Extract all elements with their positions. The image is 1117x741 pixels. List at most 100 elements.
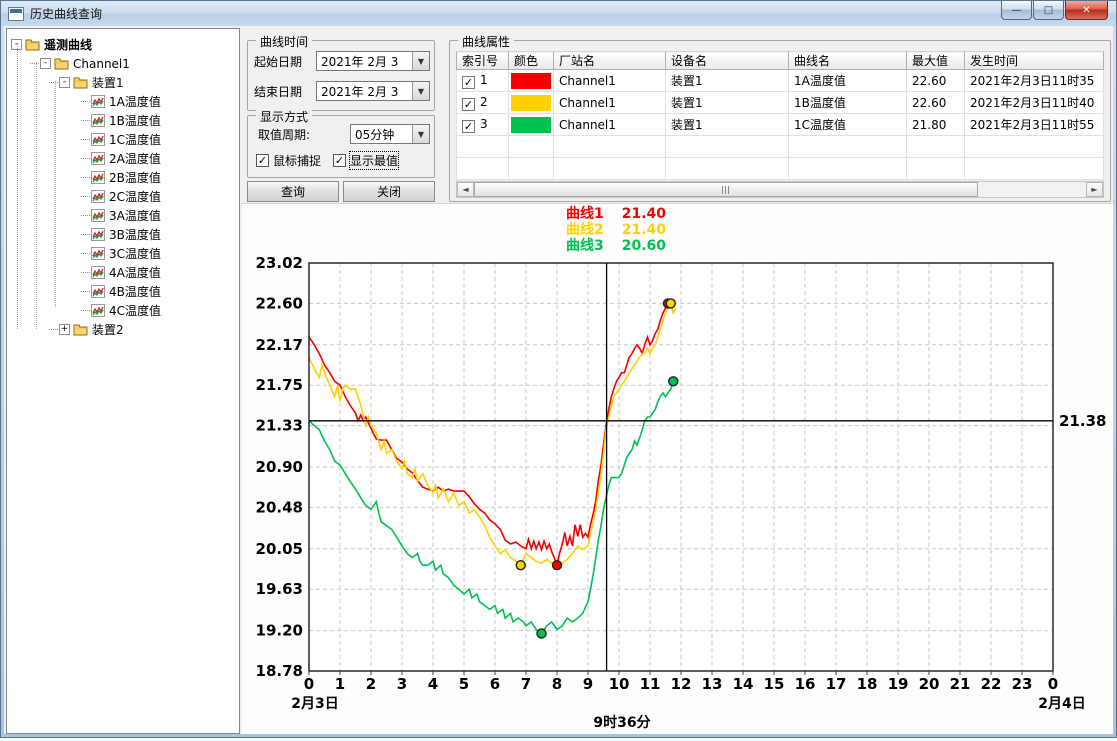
table-empty-row [457, 158, 1104, 180]
y-axis-label: 22.17 [256, 336, 303, 354]
table-row[interactable]: ✓2Channel1装置11B温度值22.602021年2月3日11时40 [457, 92, 1104, 114]
column-header[interactable]: 颜色 [509, 52, 554, 70]
chevron-down-icon[interactable]: ▼ [412, 125, 429, 143]
chevron-down-icon[interactable]: ▼ [412, 52, 429, 70]
query-button[interactable]: 查询 [247, 181, 339, 202]
folder-icon [25, 38, 40, 51]
mouse-capture-checkbox[interactable]: ✓ [256, 154, 269, 167]
tree-item-2B温度值[interactable]: 2B温度值 [7, 168, 239, 187]
row-checkbox[interactable]: ✓ [462, 76, 475, 89]
tree-item-3A温度值[interactable]: 3A温度值 [7, 206, 239, 225]
tree-item-3C温度值[interactable]: 3C温度值 [7, 244, 239, 263]
mouse-capture-label: 鼠标捕捉 [273, 152, 321, 169]
tree-item-4C温度值[interactable]: 4C温度值 [7, 301, 239, 320]
tree-item-label: 2B温度值 [109, 169, 161, 186]
column-header[interactable]: 发生时间 [965, 52, 1104, 70]
scroll-left-icon[interactable]: ◄ [457, 182, 474, 197]
curve-properties-group-title: 曲线属性 [458, 33, 514, 50]
min-marker-curve-1 [553, 561, 562, 570]
minimize-button[interactable]: — [1001, 1, 1032, 20]
tree-item-3B温度值[interactable]: 3B温度值 [7, 225, 239, 244]
tree-connector [81, 196, 90, 197]
tree-item-1B温度值[interactable]: 1B温度值 [7, 111, 239, 130]
tree-item-label: 2C温度值 [109, 188, 161, 205]
scrollbar-thumb[interactable] [474, 182, 978, 197]
folder-icon [73, 323, 88, 336]
column-header[interactable]: 设备名 [666, 52, 789, 70]
tree-item-1A温度值[interactable]: 1A温度值 [7, 92, 239, 111]
x-axis-label: 5 [459, 675, 469, 693]
device-cell: 装置1 [666, 92, 789, 114]
curve-color-swatch [511, 117, 551, 133]
tree-expander-icon[interactable]: - [59, 77, 70, 88]
x-axis-label: 0 [304, 675, 314, 693]
tree-item-遥测曲线[interactable]: -遥测曲线 [7, 35, 239, 54]
scroll-right-icon[interactable]: ► [1086, 182, 1103, 197]
tree-item-4B温度值[interactable]: 4B温度值 [7, 282, 239, 301]
folder-icon [73, 76, 88, 89]
x-axis-label: 9 [583, 675, 593, 693]
tree-expander-icon[interactable]: - [40, 58, 51, 69]
table-row[interactable]: ✓3Channel1装置11C温度值21.802021年2月3日11时55 [457, 114, 1104, 136]
tree-item-label: 1C温度值 [109, 131, 161, 148]
time-cell: 2021年2月3日11时55 [965, 114, 1104, 136]
app-icon [8, 7, 24, 21]
tree-item-label: 遥测曲线 [44, 36, 92, 53]
row-checkbox[interactable]: ✓ [462, 120, 475, 133]
start-date-combobox[interactable]: 2021年 2月 3 ▼ [316, 51, 430, 71]
column-header[interactable]: 索引号 [457, 52, 509, 70]
telemetry-tree[interactable]: -遥测曲线-Channel1-装置11A温度值1B温度值1C温度值2A温度值2B… [6, 28, 240, 734]
y-axis-label: 21.75 [256, 376, 303, 394]
legend-label: 曲线1 [566, 206, 604, 222]
tree-item-label: 4A温度值 [109, 264, 161, 281]
station-cell: Channel1 [554, 114, 666, 136]
close-window-button[interactable]: ✕ [1065, 1, 1108, 20]
tree-item-装置2[interactable]: + 装置2 [7, 320, 239, 339]
tree-item-Channel1[interactable]: -Channel1 [7, 54, 239, 73]
tree-connector [81, 272, 90, 273]
curve-properties-table[interactable]: 索引号颜色厂站名设备名曲线名最大值发生时间 ✓1Channel1装置11A温度值… [456, 51, 1104, 180]
tree-expander-icon[interactable]: + [59, 324, 70, 335]
tree-item-label: 装置2 [92, 321, 124, 338]
title-bar[interactable]: 历史曲线查询 — □ ✕ [1, 1, 1116, 26]
period-combobox[interactable]: 05分钟 ▼ [350, 124, 430, 144]
curve-color-swatch [511, 73, 551, 89]
y-axis-label: 20.90 [256, 458, 303, 476]
tree-connector [81, 215, 90, 216]
maximize-button[interactable]: □ [1033, 1, 1064, 20]
column-header[interactable]: 厂站名 [554, 52, 666, 70]
period-value: 05分钟 [351, 126, 412, 143]
y-axis-label: 22.60 [256, 294, 303, 312]
tree-item-1C温度值[interactable]: 1C温度值 [7, 130, 239, 149]
curve-icon [91, 266, 105, 279]
end-date-combobox[interactable]: 2021年 2月 3 ▼ [316, 81, 430, 101]
curve-icon [91, 228, 105, 241]
table-row[interactable]: ✓1Channel1装置11A温度值22.602021年2月3日11时35 [457, 70, 1104, 92]
end-date-label: 结束日期 [254, 83, 302, 100]
tree-item-4A温度值[interactable]: 4A温度值 [7, 263, 239, 282]
column-header[interactable]: 最大值 [907, 52, 965, 70]
x-axis-label: 17 [826, 675, 847, 693]
row-checkbox[interactable]: ✓ [462, 98, 475, 111]
curve-properties-group: 曲线属性 索引号颜色厂站名设备名曲线名最大值发生时间 ✓1Channel1装置1… [449, 40, 1111, 202]
tree-item-2A温度值[interactable]: 2A温度值 [7, 149, 239, 168]
curve-time-group: 曲线时间 起始日期 2021年 2月 3 ▼ 结束日期 2021年 2月 3 ▼ [247, 40, 435, 111]
max-value-cell: 22.60 [907, 92, 965, 114]
tree-guide-line [36, 62, 37, 329]
tree-connector [81, 234, 90, 235]
tree-item-2C温度值[interactable]: 2C温度值 [7, 187, 239, 206]
show-extremes-checkbox[interactable]: ✓ [333, 154, 346, 167]
y-axis-label: 21.33 [256, 417, 303, 435]
table-empty-row [457, 136, 1104, 158]
legend-value: 21.40 [622, 222, 666, 238]
crosshair-value-label: 21.38 [1059, 412, 1106, 430]
start-date-value: 2021年 2月 3 [317, 53, 412, 70]
history-curve-chart[interactable]: 23.0222.6022.1721.7521.3320.9020.4820.05… [256, 251, 1116, 741]
table-horizontal-scrollbar[interactable]: ◄ ► [456, 181, 1104, 198]
column-header[interactable]: 曲线名 [789, 52, 907, 70]
tree-item-装置1[interactable]: -装置1 [7, 73, 239, 92]
min-marker-curve-3 [537, 629, 546, 638]
x-axis-label: 11 [640, 675, 661, 693]
chevron-down-icon[interactable]: ▼ [412, 82, 429, 100]
close-button[interactable]: 关闭 [343, 181, 435, 202]
